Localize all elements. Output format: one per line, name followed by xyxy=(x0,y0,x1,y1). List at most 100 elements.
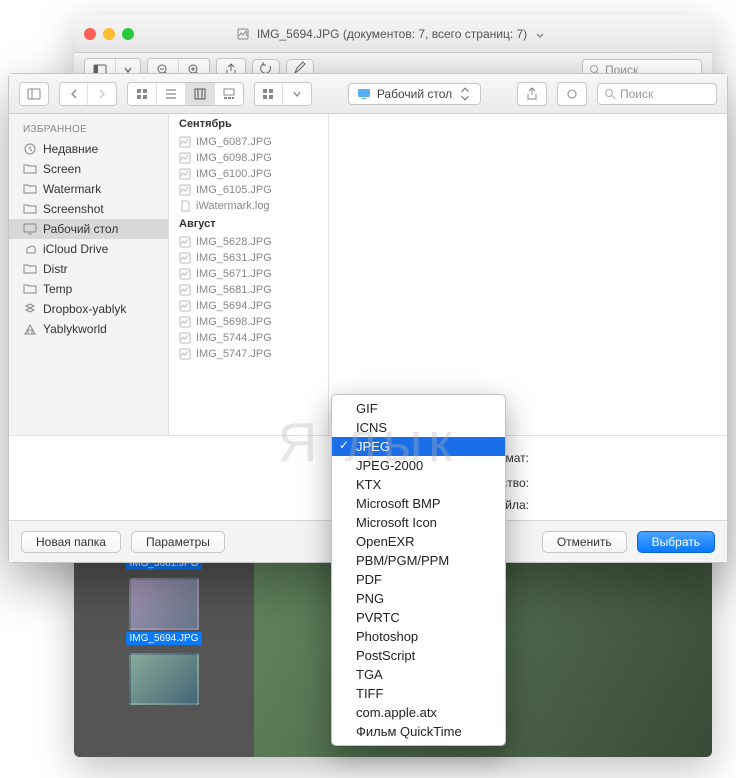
action-group xyxy=(517,82,547,106)
preview-titlebar: IMG_5694.JPG (документов: 7, всего стран… xyxy=(74,15,712,53)
toggle-sidebar-button[interactable] xyxy=(20,83,48,105)
format-option-pdf[interactable]: PDF xyxy=(332,570,505,589)
group-button xyxy=(254,82,312,106)
file-item[interactable]: IMG_6098.JPG xyxy=(169,150,328,166)
format-option-openexr[interactable]: OpenEXR xyxy=(332,532,505,551)
format-option-jpeg-2000[interactable]: JPEG-2000 xyxy=(332,456,505,475)
format-option-pvrtc[interactable]: PVRTC xyxy=(332,608,505,627)
sidebar-item-недавние[interactable]: Недавние xyxy=(9,139,168,159)
file-item[interactable]: IMG_6100.JPG xyxy=(169,166,328,182)
sidebar-item-dropbox-yablyk[interactable]: Dropbox-yablyk xyxy=(9,299,168,319)
file-preview-pane xyxy=(329,114,727,435)
format-option-ktx[interactable]: KTX xyxy=(332,475,505,494)
file-name: IMG_5698.JPG xyxy=(196,316,272,328)
sidebar-toggle xyxy=(19,82,49,106)
sidebar-item-label: Temp xyxy=(43,282,72,296)
file-item[interactable]: IMG_5671.JPG xyxy=(169,266,328,282)
choose-button[interactable]: Выбрать xyxy=(637,531,715,553)
file-item[interactable]: IMG_5631.JPG xyxy=(169,250,328,266)
file-name: IMG_6098.JPG xyxy=(196,152,272,164)
quality-slider[interactable] xyxy=(537,473,707,492)
format-option-microsoft-bmp[interactable]: Microsoft BMP xyxy=(332,494,505,513)
tags-button[interactable] xyxy=(558,83,586,105)
sidebar-item-рабочий-стол[interactable]: Рабочий стол xyxy=(9,219,168,239)
sidebar-item-label: Screenshot xyxy=(43,202,104,216)
nav-buttons xyxy=(59,82,117,106)
sidebar-item-temp[interactable]: Temp xyxy=(9,279,168,299)
path-dropdown[interactable]: Рабочий стол xyxy=(348,83,481,105)
file-group-header: Сентябрь xyxy=(169,114,328,134)
sidebar-item-icloud-drive[interactable]: iCloud Drive xyxy=(9,239,168,259)
gallery-view-button[interactable] xyxy=(215,83,243,105)
format-dropdown[interactable] xyxy=(537,448,707,467)
format-option-tiff[interactable]: TIFF xyxy=(332,684,505,703)
file-item[interactable]: IMG_5747.JPG xyxy=(169,346,328,362)
icon-view-button[interactable] xyxy=(128,83,157,105)
format-option-photoshop[interactable]: Photoshop xyxy=(332,627,505,646)
cancel-button[interactable]: Отменить xyxy=(542,531,627,553)
file-group-header: Август xyxy=(169,214,328,234)
format-option-microsoft-icon[interactable]: Microsoft Icon xyxy=(332,513,505,532)
file-item[interactable]: iWatermark.log xyxy=(169,198,328,214)
sidebar-item-screenshot[interactable]: Screenshot xyxy=(9,199,168,219)
file-name: IMG_5694.JPG xyxy=(196,300,272,312)
sidebar-item-label: iCloud Drive xyxy=(43,242,108,256)
share-button[interactable] xyxy=(518,83,546,105)
format-option-png[interactable]: PNG xyxy=(332,589,505,608)
file-name: IMG_5747.JPG xyxy=(196,348,272,360)
chevron-updown-icon xyxy=(458,87,472,101)
file-name: IMG_5628.JPG xyxy=(196,236,272,248)
finder-search[interactable]: Поиск xyxy=(597,83,717,105)
format-option-pbm-pgm-ppm[interactable]: PBM/PGM/PPM xyxy=(332,551,505,570)
column-view-button[interactable] xyxy=(186,83,215,105)
format-option-tga[interactable]: TGA xyxy=(332,665,505,684)
options-button[interactable]: Параметры xyxy=(131,531,225,553)
sidebar-item-screen[interactable]: Screen xyxy=(9,159,168,179)
file-column: Сентябрь IMG_6087.JPG IMG_6098.JPG IMG_6100… xyxy=(169,114,329,435)
file-item[interactable]: IMG_6087.JPG xyxy=(169,134,328,150)
group-dropdown-button[interactable] xyxy=(283,83,311,105)
format-option-postscript[interactable]: PostScript xyxy=(332,646,505,665)
thumbnail-image xyxy=(129,578,199,630)
sidebar-heading: Избранное xyxy=(9,120,168,139)
group-by-button[interactable] xyxy=(255,83,283,105)
file-item[interactable]: IMG_5628.JPG xyxy=(169,234,328,250)
search-placeholder: Поиск xyxy=(620,87,653,101)
format-dropdown-menu: GIFICNSJPEGJPEG-2000KTXMicrosoft BMPMicr… xyxy=(331,394,506,746)
file-name: IMG_6100.JPG xyxy=(196,168,272,180)
file-name: IMG_6087.JPG xyxy=(196,136,272,148)
format-option-gif[interactable]: GIF xyxy=(332,399,505,418)
tags-group xyxy=(557,82,587,106)
file-item[interactable]: IMG_5698.JPG xyxy=(169,314,328,330)
file-name: iWatermark.log xyxy=(196,200,270,212)
new-folder-button[interactable]: Новая папка xyxy=(21,531,121,553)
format-option--quicktime[interactable]: Фильм QuickTime xyxy=(332,722,505,741)
file-item[interactable]: IMG_5744.JPG xyxy=(169,330,328,346)
sidebar-item-label: Yablykworld xyxy=(43,322,107,336)
format-option-icns[interactable]: ICNS xyxy=(332,418,505,437)
file-item[interactable]: IMG_5681.JPG xyxy=(169,282,328,298)
list-view-button[interactable] xyxy=(157,83,186,105)
desktop-icon xyxy=(357,87,371,101)
finder-body: Избранное Недавние Screen Watermark Screens… xyxy=(9,114,727,435)
file-name: IMG_5671.JPG xyxy=(196,268,272,280)
thumbnail[interactable]: IMG_5694.JPG xyxy=(82,578,246,645)
file-item[interactable]: IMG_5694.JPG xyxy=(169,298,328,314)
sidebar-item-label: Недавние xyxy=(43,142,98,156)
finder-toolbar: Рабочий стол Поиск xyxy=(9,74,727,114)
file-name: IMG_5744.JPG xyxy=(196,332,272,344)
file-name: IMG_6105.JPG xyxy=(196,184,272,196)
format-option-com-apple-atx[interactable]: com.apple.atx xyxy=(332,703,505,722)
thumbnail[interactable] xyxy=(82,653,246,705)
sidebar-item-watermark[interactable]: Watermark xyxy=(9,179,168,199)
sidebar-item-distr[interactable]: Distr xyxy=(9,259,168,279)
search-icon xyxy=(604,88,616,100)
sidebar-item-label: Watermark xyxy=(43,182,101,196)
file-name: IMG_5631.JPG xyxy=(196,252,272,264)
file-item[interactable]: IMG_6105.JPG xyxy=(169,182,328,198)
format-option-jpeg[interactable]: JPEG xyxy=(332,437,505,456)
sidebar-item-yablykworld[interactable]: Yablykworld xyxy=(9,319,168,339)
sidebar-item-label: Dropbox-yablyk xyxy=(43,302,126,316)
back-button[interactable] xyxy=(60,83,88,105)
forward-button[interactable] xyxy=(88,83,116,105)
